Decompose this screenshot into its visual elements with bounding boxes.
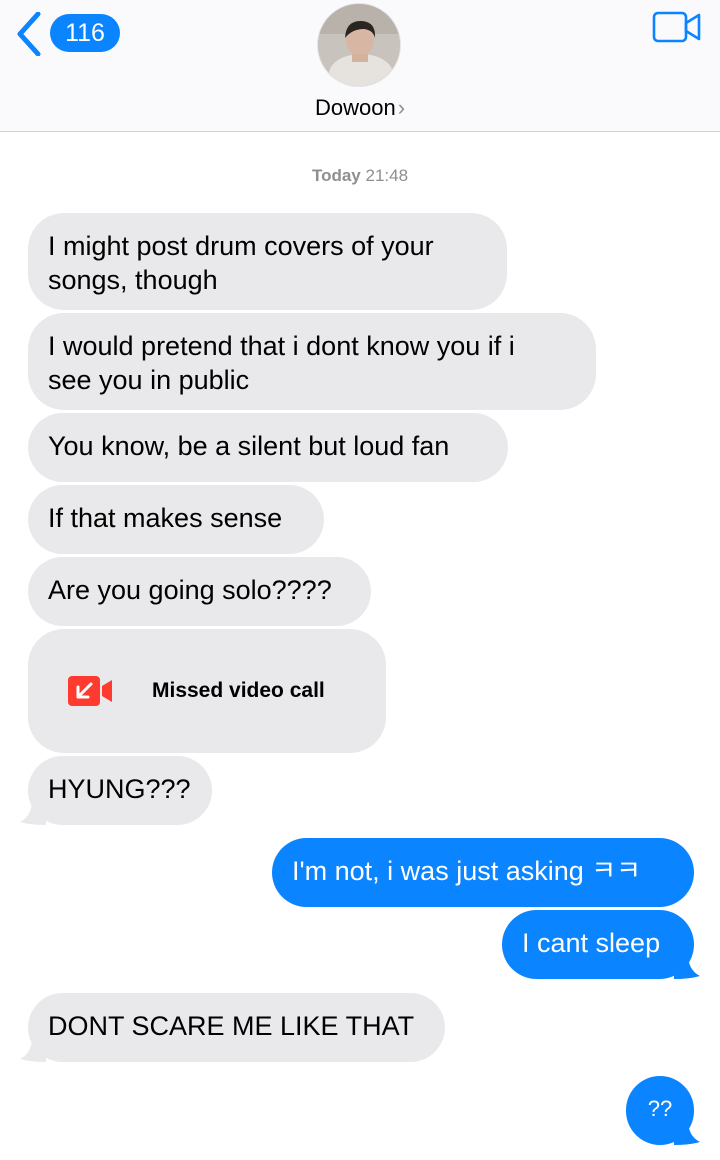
- message-text: I'm not, i was just asking ㅋㅋ: [292, 856, 641, 886]
- message-bubble-sent[interactable]: I'm not, i was just asking ㅋㅋ: [272, 838, 694, 907]
- contact-name: Dowoon: [314, 95, 396, 120]
- message-bubble-received[interactable]: Are you going solo????: [28, 557, 371, 626]
- message-text: If that makes sense: [48, 503, 283, 533]
- message-bubble-received[interactable]: I would pretend that i dont know you if …: [28, 313, 596, 410]
- back-button[interactable]: 116: [14, 12, 134, 56]
- message-text: Are you going solo????: [48, 575, 332, 605]
- missed-video-call-icon: [68, 676, 112, 706]
- chevron-left-icon: [17, 12, 41, 56]
- message-text-line: see you in public: [48, 365, 250, 395]
- bubble-tail-received: [20, 800, 46, 825]
- message-text: I cant sleep: [522, 928, 661, 958]
- message-bubble-received[interactable]: If that makes sense: [28, 485, 324, 554]
- video-camera-icon: [652, 11, 701, 43]
- chevron-right-icon: ›: [397, 95, 406, 120]
- message-text: DONT SCARE ME LIKE THAT: [48, 1011, 415, 1041]
- avatar-photo: [318, 4, 400, 86]
- bubble-tail-sent: [674, 1120, 700, 1145]
- conversation-header: 116 Dowoon›: [0, 0, 720, 132]
- message-bubble-received[interactable]: HYUNG???: [28, 756, 212, 825]
- message-text: ??: [647, 1096, 673, 1121]
- message-text-line: I would pretend that i dont know you if …: [48, 331, 515, 361]
- message-bubble-received[interactable]: I might post drum covers of your songs, …: [28, 213, 507, 310]
- contact-name-row[interactable]: Dowoon›: [0, 95, 720, 121]
- message-text-line: I might post drum covers of your: [48, 231, 434, 261]
- missed-call-label: Missed video call: [152, 679, 325, 702]
- contact-avatar[interactable]: [318, 4, 400, 86]
- message-bubble-sent[interactable]: I cant sleep: [502, 910, 694, 979]
- bubble-tail-sent: [674, 954, 700, 979]
- missed-video-call-bubble[interactable]: Missed video call: [28, 629, 386, 753]
- conversation-timestamp: Today 21:48: [0, 166, 720, 186]
- timestamp-time: 21:48: [365, 166, 409, 185]
- video-call-button[interactable]: [652, 10, 706, 46]
- message-bubble-received[interactable]: You know, be a silent but loud fan: [28, 413, 508, 482]
- message-text: HYUNG???: [48, 774, 191, 804]
- message-text: You know, be a silent but loud fan: [48, 431, 450, 461]
- bubble-tail-received: [20, 1037, 46, 1062]
- unread-count-badge: 116: [50, 14, 120, 52]
- message-bubble-received[interactable]: DONT SCARE ME LIKE THAT: [28, 993, 445, 1062]
- message-text-line: songs, though: [48, 265, 218, 295]
- timestamp-day: Today: [311, 166, 361, 185]
